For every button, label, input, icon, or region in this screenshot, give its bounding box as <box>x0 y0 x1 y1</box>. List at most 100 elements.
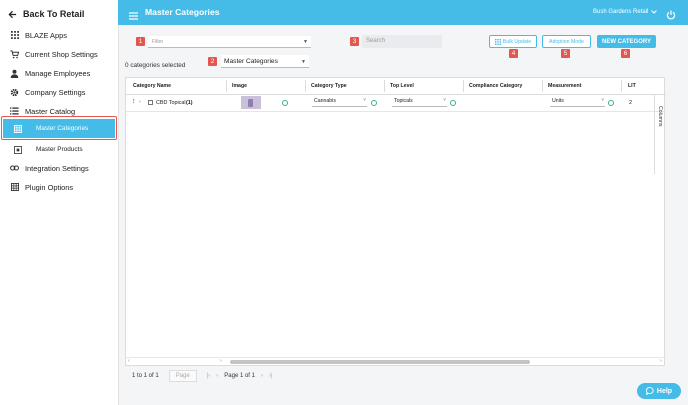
bulk-update-button[interactable]: Bulk Update <box>489 35 537 48</box>
bulk-update-label: Bulk Update <box>502 38 532 45</box>
top-bar: Master Categories Bush Gardens Retail <box>118 0 688 25</box>
row-checkbox[interactable] <box>148 100 153 105</box>
annotation-badge: 2 <box>208 57 217 66</box>
sidebar-item-label: Integration Settings <box>25 163 89 173</box>
page-size-button[interactable]: Page <box>168 370 197 382</box>
expand-chevron-icon[interactable]: › <box>139 99 141 105</box>
column-header-category-type[interactable]: Category Type <box>311 83 347 89</box>
pagination-range: 1 to 1 of 1 <box>132 373 159 379</box>
category-view-value: Master Categories <box>224 58 278 65</box>
annotation-badge: 4 <box>509 49 518 58</box>
scroll-left-icon[interactable]: ‹ <box>128 358 130 364</box>
measurement-value: Units <box>552 98 564 104</box>
column-divider <box>621 80 622 92</box>
sidebar-item-plugin-options[interactable]: Plugin Options <box>10 181 73 193</box>
caret-down-icon: ˅ <box>601 97 604 102</box>
sidebar-item-manage-employees[interactable]: Manage Employees <box>10 67 90 79</box>
column-divider <box>463 80 464 92</box>
check-circle-icon <box>450 100 456 106</box>
column-divider <box>542 80 543 92</box>
column-header-compliance-category[interactable]: Compliance Category <box>469 83 522 89</box>
horizontal-scrollbar[interactable]: ‹ › › <box>126 357 666 366</box>
column-divider <box>384 80 385 92</box>
store-selector[interactable]: Bush Gardens Retail <box>593 9 658 15</box>
pagination: 1 to 1 of 1 Page |‹ ‹ Page 1 of 1 › ›| <box>132 370 273 382</box>
scroll-end-icon[interactable]: › <box>660 358 662 364</box>
sidebar-item-company-settings[interactable]: Company Settings <box>10 86 85 98</box>
page-title: Master Categories <box>145 7 220 17</box>
product-box-icon <box>14 145 22 154</box>
columns-panel-toggle[interactable]: Columns <box>654 94 667 174</box>
sidebar-item-label: Current Shop Settings <box>25 49 98 59</box>
filter-placeholder: Filter <box>152 39 164 45</box>
categories-grid: Category Name Image Category Type Top Le… <box>125 77 667 366</box>
sidebar-item-label: Master Products <box>36 146 83 153</box>
category-type-select[interactable]: Cannabis ˅ <box>312 97 367 107</box>
top-level-select[interactable]: Topicals ˅ <box>392 97 447 107</box>
columns-label: Columns <box>657 106 663 127</box>
annotation-badge: 1 <box>136 37 145 46</box>
caret-down-icon: ▼ <box>303 39 308 45</box>
lit-value[interactable]: 2 <box>629 100 632 106</box>
last-page-icon[interactable]: ›| <box>269 373 273 379</box>
apps-grid-icon <box>10 31 19 40</box>
arrow-left-icon <box>8 10 17 18</box>
sidebar-item-label: Master Catalog <box>25 106 76 116</box>
sidebar-item-blaze-apps[interactable]: BLAZE Apps <box>10 29 67 41</box>
store-name: Bush Gardens Retail <box>593 9 649 15</box>
grid-header: Category Name Image Category Type Top Le… <box>126 78 666 95</box>
product-count: (1) <box>186 100 193 106</box>
sidebar-item-label: Company Settings <box>25 87 86 97</box>
column-header-measurement[interactable]: Measurement <box>548 83 581 89</box>
search-placeholder: Search <box>366 38 386 44</box>
shopping-cart-icon <box>10 49 19 59</box>
bulk-grid-icon <box>494 38 501 45</box>
check-circle-icon <box>608 100 614 106</box>
check-circle-icon <box>282 100 288 106</box>
chat-bubble-icon <box>645 387 654 395</box>
column-header-top-level[interactable]: Top Level <box>390 83 414 89</box>
adoption-mode-label: Adoption Mode <box>549 38 584 45</box>
filter-input[interactable]: Filter ▼ <box>148 36 311 48</box>
next-page-icon[interactable]: › <box>261 373 263 379</box>
new-category-button[interactable]: NEW CATEGORY <box>597 35 656 48</box>
plugin-grid-icon <box>10 183 19 192</box>
person-icon <box>10 69 19 78</box>
chevron-down-icon <box>651 10 658 14</box>
column-header-image[interactable]: Image <box>232 83 247 89</box>
column-divider <box>305 80 306 92</box>
sidebar: Back To Retail BLAZE Apps Current Shop S… <box>0 0 119 405</box>
sidebar-item-current-shop-settings[interactable]: Current Shop Settings <box>10 48 98 60</box>
column-header-lit[interactable]: LIT <box>628 83 636 89</box>
adoption-mode-button[interactable]: Adoption Mode <box>542 35 591 48</box>
category-image-thumbnail[interactable] <box>241 96 261 109</box>
search-input[interactable]: Search <box>362 35 442 48</box>
power-icon[interactable] <box>666 7 676 25</box>
new-category-label: NEW CATEGORY <box>602 38 651 45</box>
column-header-category-name[interactable]: Category Name <box>133 83 171 89</box>
measurement-select[interactable]: Units ˅ <box>550 97 605 107</box>
category-type-value: Cannabis <box>314 98 336 104</box>
caret-down-icon: ▼ <box>301 59 306 65</box>
hamburger-menu-icon[interactable] <box>129 7 138 25</box>
help-label: Help <box>656 387 673 395</box>
scrollbar-thumb[interactable] <box>230 360 530 364</box>
back-label: Back To Retail <box>23 9 85 19</box>
annotation-badge: 6 <box>621 49 630 58</box>
page-label: Page 1 of 1 <box>224 373 255 379</box>
top-level-value: Topicals <box>394 98 413 104</box>
sidebar-item-master-products[interactable]: Master Products <box>3 140 115 159</box>
previous-page-icon[interactable]: ‹ <box>216 373 218 379</box>
help-button[interactable]: Help <box>637 383 681 399</box>
row-actions-icon[interactable]: ⋮ <box>131 99 136 105</box>
category-view-select[interactable]: Master Categories ▼ <box>221 55 309 68</box>
caret-down-icon: ˅ <box>443 97 446 102</box>
back-to-retail-link[interactable]: Back To Retail <box>8 7 84 21</box>
sidebar-item-label: Manage Employees <box>25 68 91 78</box>
sidebar-item-integration-settings[interactable]: Integration Settings <box>10 162 89 174</box>
scroll-right-icon[interactable]: › <box>220 358 222 364</box>
first-page-icon[interactable]: |‹ <box>207 373 211 379</box>
column-divider <box>226 80 227 92</box>
table-row[interactable]: ⋮ › CBD Topical (1) Cannabis ˅ Topicals … <box>126 95 666 112</box>
gear-icon <box>10 88 19 97</box>
